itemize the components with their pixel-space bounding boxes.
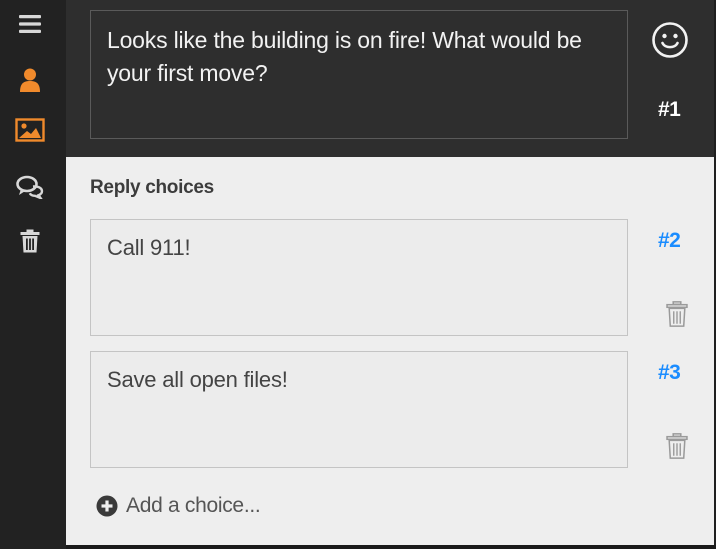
emoji-button[interactable] [651,21,689,59]
trash-icon [666,433,688,459]
trash-icon [20,229,40,253]
image-icon [15,118,45,142]
plus-circle-icon [96,495,118,517]
question-panel: Looks like the building is on fire! What… [66,0,714,157]
dialogue-button[interactable] [13,170,47,204]
choice-number: #2 [658,229,681,252]
choice-number: #3 [658,361,681,384]
add-choice-button[interactable]: Add a choice... [96,494,261,518]
add-choice-label: Add a choice... [126,494,261,517]
image-button[interactable] [13,113,47,147]
question-textbox[interactable]: Looks like the building is on fire! What… [90,10,628,139]
menu-icon [19,15,41,33]
reply-choices-heading: Reply choices [90,177,214,198]
question-number: #1 [658,98,681,121]
reply-panel: Reply choices Call 911! #2 Save all open… [66,157,714,545]
trash-icon [666,301,688,327]
menu-button[interactable] [13,7,47,41]
character-button[interactable] [13,63,47,97]
person-icon [20,68,40,92]
side-toolbar [0,0,66,549]
delete-choice-button[interactable] [666,433,688,459]
delete-button[interactable] [13,224,47,258]
bottom-border [66,545,716,549]
app-frame: Looks like the building is on fire! What… [0,0,716,549]
choice-textbox[interactable]: Call 911! [90,219,628,336]
delete-choice-button[interactable] [666,301,688,327]
choice-textbox[interactable]: Save all open files! [90,351,628,468]
chat-bubbles-icon [16,175,44,199]
smiley-icon [652,22,688,58]
